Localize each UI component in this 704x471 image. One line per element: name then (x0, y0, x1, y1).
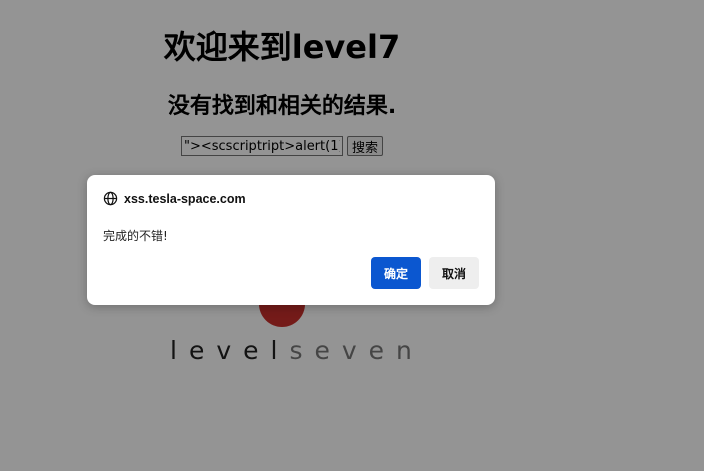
dialog-message: 完成的不错! (103, 229, 168, 243)
alert-dialog: xss.tesla-space.com 完成的不错! 确定 取消 (87, 175, 495, 305)
dialog-header: xss.tesla-space.com (103, 191, 246, 206)
globe-icon (103, 191, 118, 206)
ok-button[interactable]: 确定 (371, 257, 421, 289)
cancel-button[interactable]: 取消 (429, 257, 479, 289)
dialog-origin: xss.tesla-space.com (124, 191, 246, 206)
dialog-actions: 确定 取消 (371, 257, 479, 289)
